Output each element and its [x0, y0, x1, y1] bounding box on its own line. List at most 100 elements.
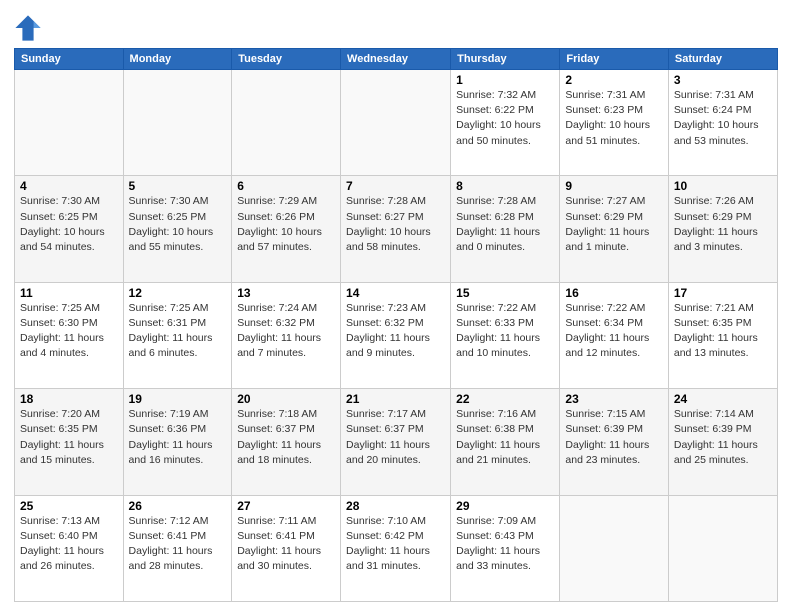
calendar-header: SundayMondayTuesdayWednesdayThursdayFrid… [15, 49, 778, 70]
calendar-cell: 10Sunrise: 7:26 AM Sunset: 6:29 PM Dayli… [668, 176, 777, 282]
day-number: 22 [456, 392, 554, 406]
calendar-cell: 11Sunrise: 7:25 AM Sunset: 6:30 PM Dayli… [15, 282, 124, 388]
calendar-cell: 24Sunrise: 7:14 AM Sunset: 6:39 PM Dayli… [668, 389, 777, 495]
day-number: 3 [674, 73, 772, 87]
day-info: Sunrise: 7:16 AM Sunset: 6:38 PM Dayligh… [456, 407, 554, 468]
day-number: 11 [20, 286, 118, 300]
calendar-cell: 17Sunrise: 7:21 AM Sunset: 6:35 PM Dayli… [668, 282, 777, 388]
day-info: Sunrise: 7:26 AM Sunset: 6:29 PM Dayligh… [674, 194, 772, 255]
day-number: 12 [129, 286, 227, 300]
weekday-header: Tuesday [232, 49, 341, 70]
calendar-cell [668, 495, 777, 601]
calendar-body: 1Sunrise: 7:32 AM Sunset: 6:22 PM Daylig… [15, 70, 778, 602]
day-info: Sunrise: 7:31 AM Sunset: 6:23 PM Dayligh… [565, 88, 662, 149]
calendar-cell: 7Sunrise: 7:28 AM Sunset: 6:27 PM Daylig… [341, 176, 451, 282]
day-number: 9 [565, 179, 662, 193]
day-number: 15 [456, 286, 554, 300]
day-number: 26 [129, 499, 227, 513]
calendar-cell: 8Sunrise: 7:28 AM Sunset: 6:28 PM Daylig… [451, 176, 560, 282]
day-number: 21 [346, 392, 445, 406]
day-info: Sunrise: 7:25 AM Sunset: 6:30 PM Dayligh… [20, 301, 118, 362]
weekday-header: Sunday [15, 49, 124, 70]
day-info: Sunrise: 7:27 AM Sunset: 6:29 PM Dayligh… [565, 194, 662, 255]
calendar-cell: 25Sunrise: 7:13 AM Sunset: 6:40 PM Dayli… [15, 495, 124, 601]
day-info: Sunrise: 7:18 AM Sunset: 6:37 PM Dayligh… [237, 407, 335, 468]
day-number: 17 [674, 286, 772, 300]
day-info: Sunrise: 7:17 AM Sunset: 6:37 PM Dayligh… [346, 407, 445, 468]
calendar-cell: 26Sunrise: 7:12 AM Sunset: 6:41 PM Dayli… [123, 495, 232, 601]
calendar-cell: 3Sunrise: 7:31 AM Sunset: 6:24 PM Daylig… [668, 70, 777, 176]
calendar-week-row: 1Sunrise: 7:32 AM Sunset: 6:22 PM Daylig… [15, 70, 778, 176]
weekday-header: Saturday [668, 49, 777, 70]
day-info: Sunrise: 7:10 AM Sunset: 6:42 PM Dayligh… [346, 514, 445, 575]
day-info: Sunrise: 7:23 AM Sunset: 6:32 PM Dayligh… [346, 301, 445, 362]
calendar-cell [123, 70, 232, 176]
day-info: Sunrise: 7:22 AM Sunset: 6:34 PM Dayligh… [565, 301, 662, 362]
weekday-header: Friday [560, 49, 668, 70]
logo-icon [14, 14, 42, 42]
calendar-table: SundayMondayTuesdayWednesdayThursdayFrid… [14, 48, 778, 602]
day-number: 8 [456, 179, 554, 193]
day-number: 13 [237, 286, 335, 300]
calendar-cell: 9Sunrise: 7:27 AM Sunset: 6:29 PM Daylig… [560, 176, 668, 282]
day-number: 29 [456, 499, 554, 513]
calendar-cell: 4Sunrise: 7:30 AM Sunset: 6:25 PM Daylig… [15, 176, 124, 282]
day-number: 28 [346, 499, 445, 513]
day-number: 10 [674, 179, 772, 193]
calendar-week-row: 4 Sunrise: 7:30 AM Sunset: 6:25 PM Daylig… [15, 176, 778, 282]
calendar-cell: 16Sunrise: 7:22 AM Sunset: 6:34 PM Dayli… [560, 282, 668, 388]
calendar-cell: 29Sunrise: 7:09 AM Sunset: 6:43 PM Dayli… [451, 495, 560, 601]
day-info: Sunrise: 7:31 AM Sunset: 6:24 PM Dayligh… [674, 88, 772, 149]
header [14, 10, 778, 42]
day-number: 7 [346, 179, 445, 193]
day-info: Sunrise: 7:30 AM Sunset: 6:25 PM Dayligh… [129, 194, 227, 255]
day-info: Sunrise: 7:11 AM Sunset: 6:41 PM Dayligh… [237, 514, 335, 575]
day-info: Sunrise: 7:29 AM Sunset: 6:26 PM Dayligh… [237, 194, 335, 255]
weekday-header: Monday [123, 49, 232, 70]
calendar-cell: 23Sunrise: 7:15 AM Sunset: 6:39 PM Dayli… [560, 389, 668, 495]
calendar-cell: 1Sunrise: 7:32 AM Sunset: 6:22 PM Daylig… [451, 70, 560, 176]
day-number: 27 [237, 499, 335, 513]
calendar-week-row: 25Sunrise: 7:13 AM Sunset: 6:40 PM Dayli… [15, 495, 778, 601]
calendar-cell: 14Sunrise: 7:23 AM Sunset: 6:32 PM Dayli… [341, 282, 451, 388]
weekday-header: Thursday [451, 49, 560, 70]
day-number: 6 [237, 179, 335, 193]
day-info: Sunrise: 7:19 AM Sunset: 6:36 PM Dayligh… [129, 407, 227, 468]
weekday-header: Wednesday [341, 49, 451, 70]
day-info: Sunrise: 7:28 AM Sunset: 6:27 PM Dayligh… [346, 194, 445, 255]
calendar-cell: 22Sunrise: 7:16 AM Sunset: 6:38 PM Dayli… [451, 389, 560, 495]
day-info: Sunrise: 7:09 AM Sunset: 6:43 PM Dayligh… [456, 514, 554, 575]
day-number: 24 [674, 392, 772, 406]
day-info: Sunrise: 7:28 AM Sunset: 6:28 PM Dayligh… [456, 194, 554, 255]
calendar-cell: 12Sunrise: 7:25 AM Sunset: 6:31 PM Dayli… [123, 282, 232, 388]
day-info: Sunrise: 7:25 AM Sunset: 6:31 PM Dayligh… [129, 301, 227, 362]
day-info: Sunrise: 7:22 AM Sunset: 6:33 PM Dayligh… [456, 301, 554, 362]
calendar-cell [341, 70, 451, 176]
calendar-cell: 15Sunrise: 7:22 AM Sunset: 6:33 PM Dayli… [451, 282, 560, 388]
calendar-cell: 19Sunrise: 7:19 AM Sunset: 6:36 PM Dayli… [123, 389, 232, 495]
calendar-cell [232, 70, 341, 176]
day-info: Sunrise: 7:24 AM Sunset: 6:32 PM Dayligh… [237, 301, 335, 362]
calendar-cell: 28Sunrise: 7:10 AM Sunset: 6:42 PM Dayli… [341, 495, 451, 601]
day-number: 4 [20, 179, 118, 193]
calendar-cell [15, 70, 124, 176]
day-number: 16 [565, 286, 662, 300]
day-number: 1 [456, 73, 554, 87]
day-info: Sunrise: 7:20 AM Sunset: 6:35 PM Dayligh… [20, 407, 118, 468]
day-info: Sunrise: 7:21 AM Sunset: 6:35 PM Dayligh… [674, 301, 772, 362]
calendar-cell: 5Sunrise: 7:30 AM Sunset: 6:25 PM Daylig… [123, 176, 232, 282]
calendar-week-row: 11Sunrise: 7:25 AM Sunset: 6:30 PM Dayli… [15, 282, 778, 388]
calendar-cell: 2Sunrise: 7:31 AM Sunset: 6:23 PM Daylig… [560, 70, 668, 176]
day-number: 18 [20, 392, 118, 406]
day-number: 23 [565, 392, 662, 406]
day-number: 5 [129, 179, 227, 193]
calendar-week-row: 18Sunrise: 7:20 AM Sunset: 6:35 PM Dayli… [15, 389, 778, 495]
day-number: 14 [346, 286, 445, 300]
day-info: Sunrise: 7:13 AM Sunset: 6:40 PM Dayligh… [20, 514, 118, 575]
day-info: Sunrise: 7:32 AM Sunset: 6:22 PM Dayligh… [456, 88, 554, 149]
weekday-row: SundayMondayTuesdayWednesdayThursdayFrid… [15, 49, 778, 70]
calendar-cell: 21Sunrise: 7:17 AM Sunset: 6:37 PM Dayli… [341, 389, 451, 495]
logo [14, 14, 44, 42]
calendar-cell [560, 495, 668, 601]
page: SundayMondayTuesdayWednesdayThursdayFrid… [0, 0, 792, 612]
